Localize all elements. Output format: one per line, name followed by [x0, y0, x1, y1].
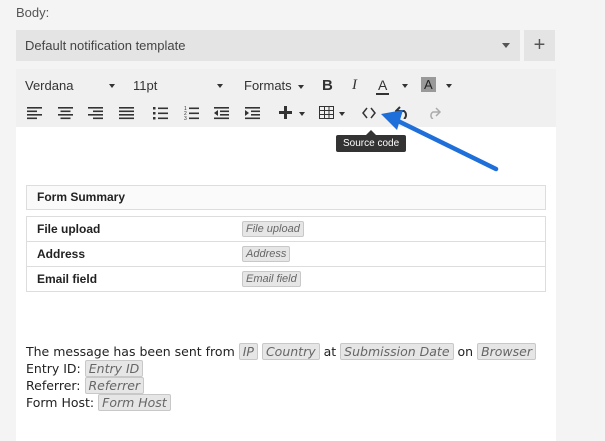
source-code-icon[interactable]: [362, 107, 376, 119]
align-center-icon[interactable]: [58, 106, 74, 120]
italic-icon: I: [352, 77, 357, 93]
formats-menu[interactable]: Formats: [244, 78, 305, 93]
field-label: Address: [37, 247, 86, 261]
bold-icon: B: [322, 77, 333, 94]
svg-text:3: 3: [184, 116, 187, 121]
message-line: Entry ID: Entry ID: [26, 360, 546, 377]
form-host-tag[interactable]: Form Host: [98, 394, 171, 411]
message-text: The message has been sent from: [26, 344, 235, 359]
font-size-dropdown-icon: [217, 84, 223, 88]
undo-icon[interactable]: [395, 105, 411, 119]
table-dropdown-icon: [339, 112, 345, 116]
placeholder-tag[interactable]: File upload: [242, 221, 304, 237]
formats-dropdown-icon: [298, 84, 305, 89]
font-family-dropdown-icon: [109, 84, 115, 88]
align-justify-icon[interactable]: [119, 106, 135, 120]
background-color-dropdown-icon: [446, 84, 452, 88]
form-fields-table: File upload File upload Address Address …: [26, 216, 546, 292]
template-select[interactable]: Default notification template: [16, 30, 520, 61]
insert-plus-icon[interactable]: [278, 105, 294, 121]
formats-label: Formats: [244, 78, 292, 93]
ip-tag[interactable]: IP: [238, 343, 258, 360]
form-host-label: Form Host:: [26, 395, 95, 410]
table-row: Email field Email field: [27, 267, 545, 291]
message-text: on: [457, 344, 474, 359]
submission-date-tag[interactable]: Submission Date: [340, 343, 454, 360]
font-size-select[interactable]: 11pt: [133, 78, 157, 93]
rich-text-editor[interactable]: Verdana 11pt Formats B I A A 1 2 3 Sourc…: [16, 69, 556, 441]
message-line: Referrer: Referrer: [26, 377, 546, 394]
bullet-list-icon[interactable]: [153, 106, 169, 120]
align-left-icon[interactable]: [27, 106, 43, 120]
background-color-icon: A: [421, 77, 436, 92]
template-select-value: Default notification template: [25, 38, 186, 53]
font-family-value: Verdana: [25, 78, 74, 93]
text-color-button[interactable]: A: [376, 77, 390, 95]
italic-button[interactable]: I: [352, 77, 357, 94]
browser-tag[interactable]: Browser: [477, 343, 536, 360]
redo-icon[interactable]: [427, 106, 441, 119]
text-color-icon: A: [376, 77, 390, 95]
message-line: The message has been sent from IP Countr…: [26, 343, 546, 360]
placeholder-tag[interactable]: Email field: [242, 271, 301, 287]
editor-toolbar: Verdana 11pt Formats B I A A 1 2 3: [16, 69, 556, 127]
referrer-label: Referrer:: [26, 378, 81, 393]
font-family-select[interactable]: Verdana: [25, 78, 73, 93]
source-code-tooltip: Source code: [336, 135, 407, 152]
entry-id-tag[interactable]: Entry ID: [84, 360, 144, 377]
numbered-list-icon[interactable]: 1 2 3: [184, 105, 200, 121]
outdent-icon[interactable]: [214, 106, 230, 120]
font-size-value: 11pt: [133, 78, 158, 93]
bold-button[interactable]: B: [322, 77, 333, 94]
referrer-tag[interactable]: Referrer: [84, 377, 145, 394]
insert-dropdown-icon: [299, 112, 305, 116]
field-label: Email field: [37, 272, 98, 286]
table-icon[interactable]: [319, 106, 335, 120]
caret-down-icon: [502, 43, 510, 48]
placeholder-tag[interactable]: Address: [242, 246, 291, 262]
form-summary-heading: Form Summary: [26, 185, 546, 210]
message-line: Form Host: Form Host: [26, 394, 546, 411]
table-row: File upload File upload: [27, 217, 545, 242]
message-text: at: [323, 344, 337, 359]
field-label: File upload: [37, 222, 101, 236]
add-template-button[interactable]: +: [524, 30, 555, 61]
background-color-button[interactable]: A: [421, 77, 436, 92]
message-body: The message has been sent from IP Countr…: [26, 343, 546, 411]
body-label: Body:: [16, 5, 50, 20]
text-color-dropdown-icon: [402, 84, 408, 88]
table-row: Address Address: [27, 242, 545, 267]
entry-id-label: Entry ID:: [26, 361, 81, 376]
align-right-icon[interactable]: [88, 106, 104, 120]
indent-icon[interactable]: [245, 106, 261, 120]
country-tag[interactable]: Country: [261, 343, 320, 360]
